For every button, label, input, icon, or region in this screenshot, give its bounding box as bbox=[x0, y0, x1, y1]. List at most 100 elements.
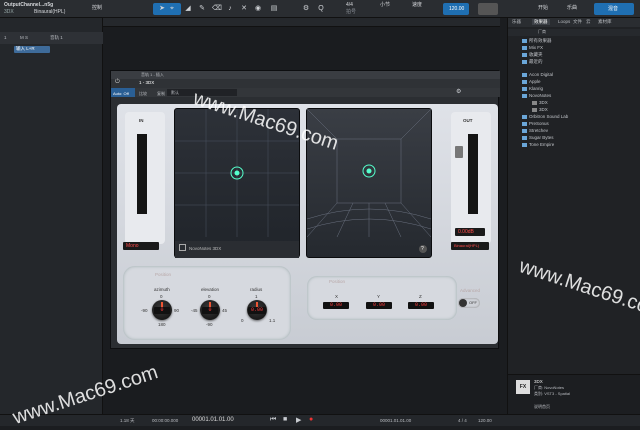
y-value[interactable]: 0.00 bbox=[366, 302, 392, 309]
mute-icon[interactable]: ✕ bbox=[240, 4, 248, 13]
folder-icon bbox=[522, 93, 527, 98]
browser-tab-effects[interactable]: 效果器 bbox=[532, 19, 550, 25]
list-item[interactable]: NovoNotes bbox=[522, 93, 551, 99]
gear-icon[interactable]: ⚙ bbox=[456, 88, 461, 95]
song-label[interactable]: 乐曲 bbox=[567, 5, 577, 11]
transport-bars[interactable]: 00001.01.01.00 bbox=[192, 417, 234, 423]
plugin-preset-bar: Auto: Off 比较 复制 默认 ⚙ bbox=[111, 88, 500, 97]
settings-icon[interactable]: ⚙ bbox=[302, 4, 310, 13]
folder-icon bbox=[522, 128, 527, 133]
radius-label: radius bbox=[250, 287, 263, 292]
list-item[interactable]: 3DX bbox=[532, 107, 548, 113]
browser-tab-instruments[interactable]: 乐器 bbox=[512, 19, 521, 25]
list-item[interactable]: 3DX bbox=[532, 100, 548, 106]
in-label: IN bbox=[139, 118, 144, 123]
elevation-value[interactable]: 0 bbox=[202, 307, 218, 314]
eraser-icon[interactable]: ⌫ bbox=[212, 4, 222, 13]
browser-header-bar: 厂商 bbox=[508, 29, 640, 36]
out-fader-handle[interactable] bbox=[455, 146, 463, 158]
browser-tab-files[interactable]: 文件 bbox=[573, 19, 582, 25]
browser-tab-loops[interactable]: Loops bbox=[558, 19, 570, 25]
pencil-icon[interactable]: ✎ bbox=[198, 4, 206, 13]
power-icon[interactable]: ⏻ bbox=[115, 79, 120, 86]
transport-time[interactable]: 00:00:00.000 bbox=[152, 418, 178, 424]
transport-signature[interactable]: 4 / 4 bbox=[458, 418, 467, 424]
list-item[interactable]: 收藏夹 bbox=[522, 52, 543, 58]
az-tick-top: 0 bbox=[160, 294, 163, 299]
tempo-value: 120.00 bbox=[449, 6, 465, 12]
browser-tab-cloud[interactable]: 云 bbox=[586, 19, 591, 25]
list-item[interactable]: Sugar Bytes bbox=[522, 135, 554, 141]
list-item[interactable]: 所有效果器 bbox=[522, 38, 552, 44]
auto-label: Auto: Off bbox=[113, 91, 129, 96]
rewind-icon[interactable]: ⏮ bbox=[270, 416, 276, 424]
azimuth-value[interactable]: 0 bbox=[154, 307, 170, 314]
list-item[interactable]: 最近的 bbox=[522, 59, 543, 65]
preset-label: 默认 bbox=[171, 90, 179, 95]
plugin-window-title: 音轨 1 - 插入 bbox=[141, 72, 164, 77]
list-item[interactable]: Acon Digital bbox=[522, 72, 553, 78]
list-item[interactable]: PreSonus bbox=[522, 121, 549, 127]
list-item[interactable]: Apple bbox=[522, 79, 541, 85]
transport-loop-start[interactable]: 00001.01.01.00 bbox=[380, 418, 411, 424]
out-mode-value: Binaural(HPL) bbox=[454, 243, 480, 248]
copy-label[interactable]: 复制 bbox=[157, 91, 165, 97]
split-icon[interactable]: ◢ bbox=[184, 4, 192, 13]
transport-tempo[interactable]: 120.00 bbox=[478, 418, 492, 424]
plugin-name: 3DX bbox=[4, 9, 14, 15]
list-item[interactable]: Klanrig bbox=[522, 86, 543, 92]
tempo-label: 速度 bbox=[412, 2, 423, 8]
folder-icon bbox=[522, 72, 527, 77]
folder-icon bbox=[522, 121, 527, 126]
song-title: OutputChannel...n5g bbox=[4, 2, 54, 8]
folder-icon bbox=[522, 59, 527, 64]
track-mute-solo[interactable]: M S bbox=[20, 35, 28, 41]
key-value[interactable]: 小节 bbox=[380, 2, 390, 8]
in-meter bbox=[137, 134, 147, 214]
elevation-label: elevation bbox=[201, 287, 220, 292]
play-icon[interactable]: ▶ bbox=[296, 416, 301, 424]
az-tick-left: -90 bbox=[141, 308, 148, 313]
el-tick-bottom: -90 bbox=[206, 322, 213, 327]
y-label: Y bbox=[377, 294, 381, 299]
info-footer[interactable]: 说明首页 bbox=[534, 404, 550, 410]
stop-icon[interactable]: ■ bbox=[283, 416, 287, 423]
in-mode-value: Mono bbox=[126, 243, 139, 249]
transport-duration: 1.18 天 bbox=[120, 418, 135, 423]
listen-icon[interactable]: ◉ bbox=[254, 4, 262, 13]
z-value[interactable]: 0.00 bbox=[408, 302, 434, 309]
list-item[interactable]: Tone Empire bbox=[522, 142, 554, 148]
snap-icon[interactable]: ▤ bbox=[270, 4, 278, 13]
list-item[interactable]: Orbitron Sound Lab bbox=[522, 114, 568, 120]
folder-icon bbox=[522, 52, 527, 57]
plugin-titlebar[interactable]: 音轨 1 - 插入 bbox=[111, 71, 500, 79]
position2-section-label: Position bbox=[329, 279, 346, 284]
logo-icon bbox=[179, 244, 186, 251]
plugin-tab[interactable]: 1 - 3DX bbox=[139, 80, 154, 86]
start-label[interactable]: 开始 bbox=[538, 5, 548, 11]
record-icon[interactable]: ● bbox=[309, 416, 313, 423]
compare-label[interactable]: 比较 bbox=[139, 91, 147, 97]
list-item[interactable]: Mix FX bbox=[522, 45, 543, 51]
browser-tabs: 乐器 效果器 Loops 文件 云 素材库 bbox=[508, 18, 640, 27]
x-value[interactable]: 0.00 bbox=[323, 302, 349, 309]
rad-tick-right: 1.1 bbox=[269, 318, 276, 323]
mix-label: 混音 bbox=[608, 6, 619, 12]
x-label: X bbox=[335, 294, 339, 299]
radius-value[interactable]: 0.00 bbox=[248, 307, 266, 314]
advanced-toggle-knob bbox=[459, 299, 467, 307]
metronome-button[interactable] bbox=[478, 3, 498, 15]
z-label: Z bbox=[419, 294, 422, 299]
track-name[interactable]: 音轨 1 bbox=[50, 35, 63, 41]
list-item[interactable]: Stretchev bbox=[522, 128, 548, 134]
el-tick-top: 0 bbox=[208, 294, 211, 299]
track-number: 1 bbox=[4, 35, 7, 40]
time-sig[interactable]: 4/4 bbox=[346, 2, 353, 8]
quantize-icon[interactable]: Q bbox=[317, 4, 325, 13]
timeline-ruler[interactable] bbox=[103, 18, 500, 27]
paint-icon[interactable]: ♪ bbox=[226, 4, 234, 13]
out-label: OUT bbox=[463, 118, 473, 123]
browser-tab-pool[interactable]: 素材库 bbox=[598, 19, 612, 25]
browser-header[interactable]: 厂商 bbox=[538, 29, 546, 35]
folder-icon bbox=[522, 79, 527, 84]
